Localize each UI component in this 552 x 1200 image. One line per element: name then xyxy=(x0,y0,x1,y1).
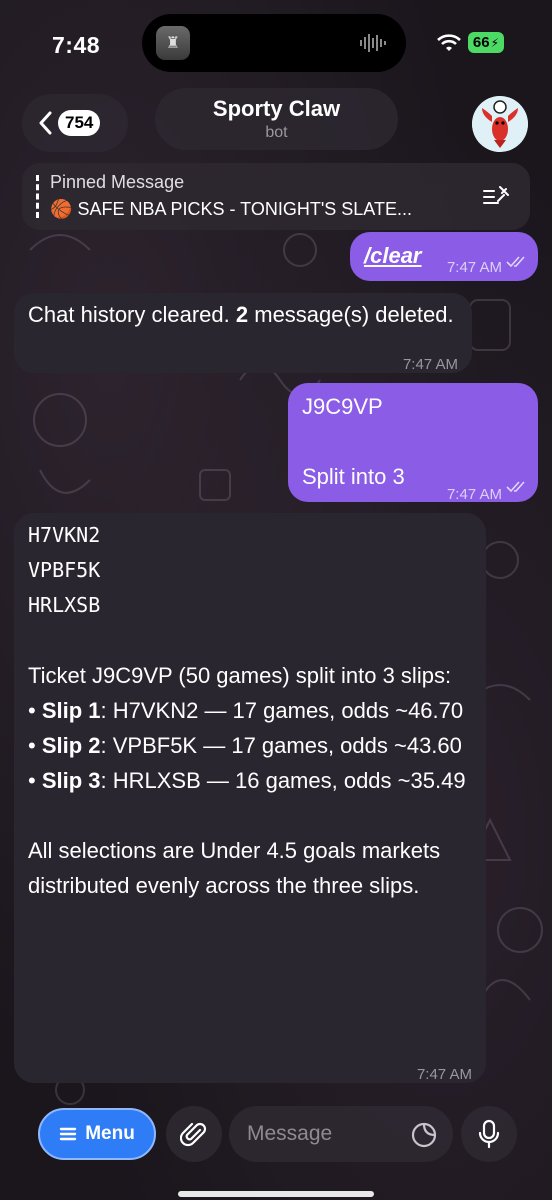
battery-level: 66 xyxy=(472,34,490,51)
pinned-preview: SAFE NBA PICKS - TONIGHT'S SLATE... xyxy=(77,199,412,219)
slip-line: • Slip 1: H7VKN2 — 17 games, odds ~46.70 xyxy=(28,698,464,723)
summary-footer: All selections are Under 4.5 goals marke… xyxy=(28,838,441,898)
menu-label: Menu xyxy=(85,1123,135,1144)
chat-title[interactable]: Sporty Claw bot xyxy=(155,88,398,150)
message-bubble-incoming[interactable]: Chat history cleared. 2 message(s) delet… xyxy=(14,293,472,373)
now-playing-app-icon: ♜ xyxy=(156,26,190,60)
summary-intro: Ticket J9C9VP (50 games) split into 3 sl… xyxy=(28,663,452,688)
pinned-title: Pinned Message xyxy=(50,172,185,192)
chat-subtitle: bot xyxy=(265,124,288,141)
chat-header: 754 Sporty Claw bot xyxy=(0,88,552,158)
menu-icon xyxy=(59,1127,77,1141)
slip-detail: : VPBF5K — 17 games, odds ~43.60 xyxy=(100,733,462,758)
message-bubble-incoming[interactable]: H7VKN2 VPBF5K HRLXSB Ticket J9C9VP (50 g… xyxy=(14,513,486,1083)
text-part: message(s) deleted. xyxy=(248,302,454,327)
status-icons: 66 ⚡ xyxy=(436,32,504,53)
back-button[interactable]: 754 xyxy=(22,94,128,152)
message-bubble-outgoing[interactable]: /clear 7:47 AM xyxy=(350,232,538,281)
paperclip-icon xyxy=(180,1122,207,1147)
home-indicator xyxy=(178,1191,374,1197)
read-checkmarks-icon xyxy=(506,256,525,268)
lobster-icon xyxy=(472,96,528,152)
message-time: 7:47 AM xyxy=(416,1066,472,1083)
pinned-message-bar[interactable]: Pinned Message 🏀 SAFE NBA PICKS - TONIGH… xyxy=(22,163,530,230)
avatar[interactable] xyxy=(472,96,528,152)
status-bar: 7:48 ♜ 66 ⚡ xyxy=(0,0,552,90)
composer-bar: Menu xyxy=(0,1100,552,1200)
message-text: Split into 3 xyxy=(302,464,405,489)
slip-code[interactable]: VPBF5K xyxy=(28,553,472,588)
basketball-icon: 🏀 xyxy=(50,199,73,219)
slip-line: • Slip 3: HRLXSB — 16 games, odds ~35.49 xyxy=(28,768,466,793)
ticket-code: J9C9VP xyxy=(302,394,383,419)
pinned-indicator xyxy=(36,175,39,218)
battery-indicator: 66 ⚡ xyxy=(467,32,504,53)
pin-list-icon[interactable] xyxy=(482,183,512,209)
bot-command-link[interactable]: /clear xyxy=(364,238,422,273)
message-bubble-outgoing[interactable]: J9C9VP Split into 3 7:47 AM xyxy=(288,383,538,503)
menu-button[interactable]: Menu xyxy=(38,1108,156,1160)
unread-count-badge: 754 xyxy=(58,110,101,136)
slip-label: Slip 1 xyxy=(41,698,101,723)
text-part: Chat history cleared. xyxy=(28,302,236,327)
slip-code[interactable]: HRLXSB xyxy=(28,588,472,623)
slip-detail: : HRLXSB — 16 games, odds ~35.49 xyxy=(100,768,466,793)
wifi-icon xyxy=(436,33,461,51)
clock: 7:48 xyxy=(52,32,101,58)
slip-line: • Slip 2: VPBF5K — 17 games, odds ~43.60 xyxy=(28,733,462,758)
microphone-icon xyxy=(478,1119,500,1149)
message-time: 7:47 AM xyxy=(402,356,458,373)
chevron-left-icon xyxy=(39,111,52,135)
pinned-text: 🏀 SAFE NBA PICKS - TONIGHT'S SLATE... xyxy=(50,199,412,220)
slip-detail: : H7VKN2 — 17 games, odds ~46.70 xyxy=(100,698,464,723)
slip-label: Slip 3 xyxy=(41,768,101,793)
chat-name: Sporty Claw xyxy=(212,96,341,121)
audio-wave-icon xyxy=(360,34,386,52)
voice-message-button[interactable] xyxy=(461,1106,517,1162)
attach-button[interactable] xyxy=(166,1106,222,1162)
slip-code[interactable]: H7VKN2 xyxy=(28,518,472,553)
message-time: 7:47 AM xyxy=(446,259,502,276)
message-time: 7:47 AM xyxy=(446,486,502,503)
text-bold: 2 xyxy=(235,302,249,327)
slip-label: Slip 2 xyxy=(41,733,101,758)
dynamic-island: ♜ xyxy=(142,14,406,72)
read-checkmarks-icon xyxy=(506,481,525,493)
charging-icon: ⚡ xyxy=(490,35,499,50)
sticker-icon[interactable] xyxy=(410,1121,438,1149)
message-text: Chat history cleared. 2 message(s) delet… xyxy=(28,297,468,332)
